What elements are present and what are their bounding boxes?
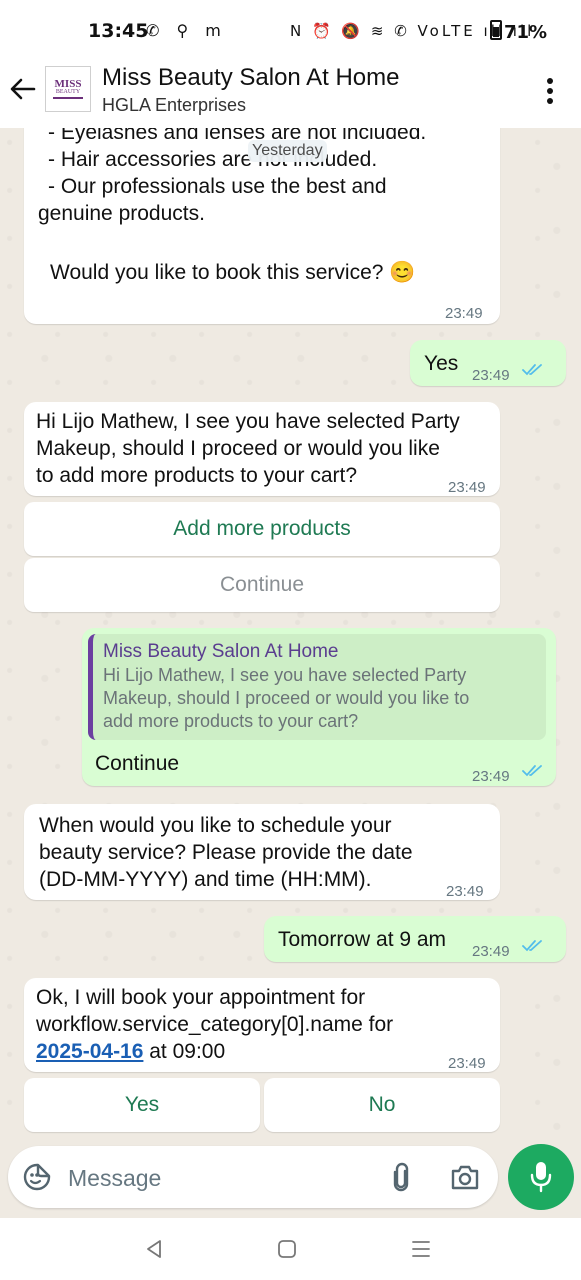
add-more-products-button[interactable]: Add more products [24,502,500,556]
contact-subtitle[interactable]: HGLA Enterprises [102,95,246,116]
message-line: Makeup, should I proceed or would you li… [36,437,440,460]
chat-header: MISS BEAUTY Miss Beauty Salon At Home HG… [0,62,581,128]
status-bar: 13:45 ✆ ⚲ m N ⏰ 🔕 ≋ ✆ VoLTE ıll ıll 71% [0,0,581,62]
read-receipt-icon [522,940,542,952]
message-line: - Eyelashes and lenses are not included. [48,128,427,144]
message-text: at 09:00 [143,1040,226,1063]
avatar-logo-line [53,97,83,99]
nav-back-icon[interactable] [143,1238,165,1260]
back-arrow-icon[interactable] [8,74,38,104]
battery-percent: 71% [504,22,548,43]
message-outgoing-reply[interactable]: Miss Beauty Salon At Home Hi Lijo Mathew… [82,628,556,786]
more-options-icon[interactable] [538,76,562,106]
message-incoming[interactable]: When would you like to schedule your bea… [24,804,500,900]
message-time: 23:49 [472,943,510,960]
message-line: - Our professionals use the best and [48,175,387,198]
message-outgoing[interactable]: Yes 23:49 [410,340,566,386]
contact-name[interactable]: Miss Beauty Salon At Home [102,64,399,92]
quoted-line: Makeup, should I proceed or would you li… [103,688,470,708]
chat-area[interactable]: - Eyelashes and lenses are not included.… [0,128,581,1140]
nav-home-icon[interactable] [277,1239,297,1259]
date-separator: Yesterday [248,140,327,162]
continue-button[interactable]: Continue [24,558,500,612]
read-receipt-icon [522,364,542,376]
message-incoming[interactable]: Hi Lijo Mathew, I see you have selected … [24,402,500,496]
quoted-author: Miss Beauty Salon At Home [103,641,339,662]
quoted-message[interactable]: Miss Beauty Salon At Home Hi Lijo Mathew… [88,634,546,740]
message-line: beauty service? Please provide the date [39,841,413,864]
message-line: to add more products to your cart? [36,464,357,487]
message-line: Hi Lijo Mathew, I see you have selected … [36,410,460,433]
status-time: 13:45 [88,20,149,42]
message-text: Continue [95,752,180,775]
message-incoming[interactable]: Ok, I will book your appointment for wor… [24,978,500,1072]
message-input[interactable] [66,1160,370,1196]
message-line: - Hair accessories are not included. [48,148,378,171]
contact-avatar[interactable]: MISS BEAUTY [45,66,91,112]
message-text: Tomorrow at 9 am [278,928,447,951]
quoted-line: add more products to your cart? [103,711,359,731]
avatar-logo-text: MISS [54,78,82,90]
date-link[interactable]: 2025-04-16 [36,1040,143,1063]
yes-button[interactable]: Yes [24,1078,260,1132]
message-line: Ok, I will book your appointment for [36,986,366,1009]
message-line: genuine products. [38,202,205,225]
quoted-line: Hi Lijo Mathew, I see you have selected … [103,665,467,685]
message-time: 23:49 [448,1055,486,1072]
message-text: Yes [424,352,459,375]
message-outgoing[interactable]: Tomorrow at 9 am 23:49 [264,916,566,962]
battery-icon [490,20,502,40]
battery-indicator: 71% [490,20,547,43]
message-line: 2025-04-16 at 09:00 [36,1038,225,1065]
message-composer [8,1146,498,1208]
microphone-icon [530,1162,552,1193]
notification-icons: ✆ ⚲ m [146,21,227,40]
message-time: 23:49 [448,479,486,496]
no-button[interactable]: No [264,1078,500,1132]
message-line: (DD-MM-YYYY) and time (HH:MM). [39,868,372,891]
message-time: 23:49 [472,768,510,785]
nav-recents-icon[interactable] [410,1239,432,1259]
voice-message-button[interactable] [508,1144,574,1210]
avatar-logo-subtext: BEAUTY [55,89,81,95]
message-line: When would you like to schedule your [39,814,392,837]
system-navigation-bar [0,1218,581,1280]
attach-icon[interactable] [388,1162,414,1192]
camera-icon[interactable] [450,1163,480,1191]
emoji-sticker-icon[interactable] [22,1162,52,1192]
message-time: 23:49 [445,305,483,322]
message-line: workflow.service_category[0].name for [36,1013,394,1036]
message-question: Would you like to book this service? 😊 [50,261,416,284]
message-time: 23:49 [446,883,484,900]
read-receipt-icon [522,765,542,777]
message-time: 23:49 [472,367,510,384]
